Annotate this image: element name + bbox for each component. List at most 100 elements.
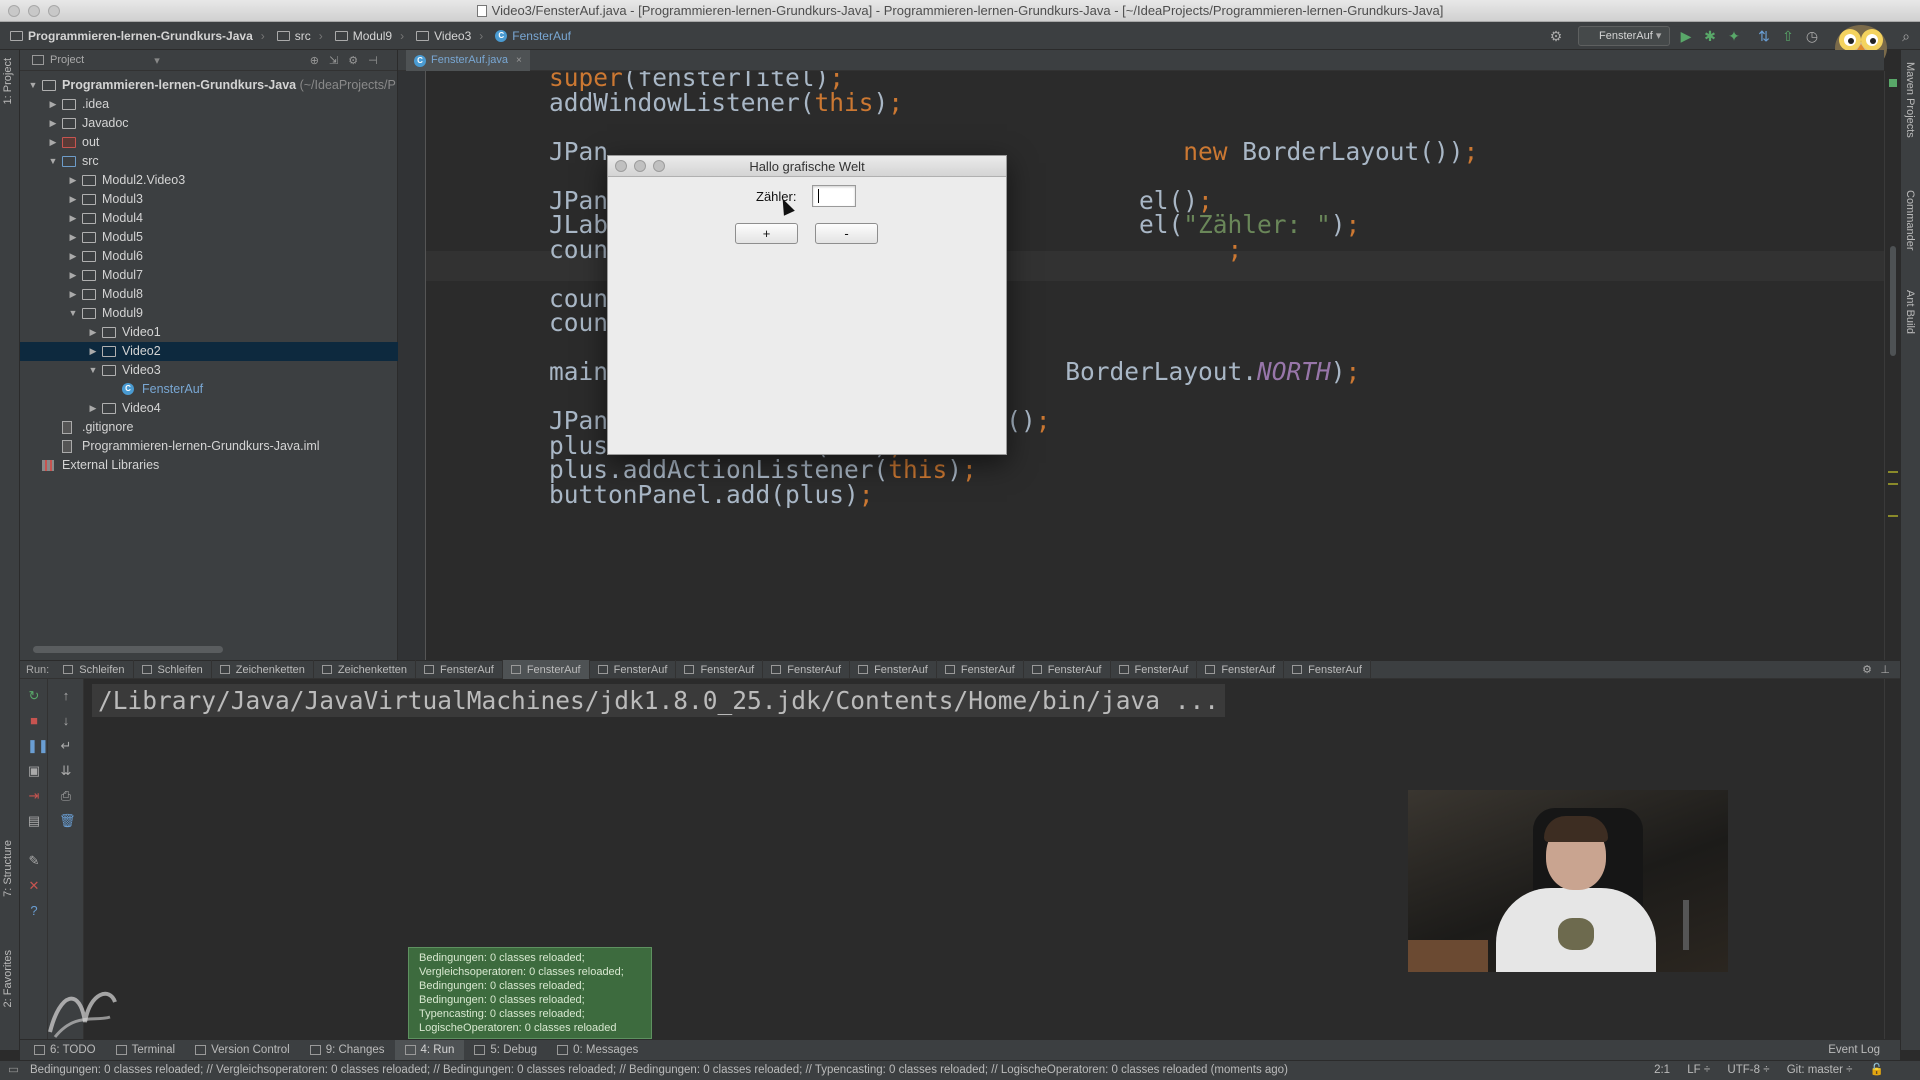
chevron-right-icon[interactable]: ▶ [68,266,78,285]
vcs-commit-icon[interactable]: ⇧ [1780,28,1796,44]
tree-item[interactable]: ▶ Modul7 [20,266,398,285]
run-tab[interactable]: Zeichenketten [212,660,314,679]
run-tab[interactable]: FensterAuf [937,660,1024,679]
run-tab[interactable]: FensterAuf [1111,660,1198,679]
project-view-select[interactable]: Project [50,54,84,66]
gear-icon[interactable]: ⚙ [348,54,358,67]
line-separator[interactable]: LF ÷ [1687,1064,1710,1076]
counter-field[interactable] [812,185,856,207]
file-encoding[interactable]: UTF-8 ÷ [1727,1064,1769,1076]
chevron-right-icon[interactable]: ▶ [48,95,58,114]
scroll-from-source-icon[interactable]: ⊕ [310,54,319,67]
run-tab[interactable]: Zeichenketten [314,660,416,679]
pin-icon[interactable]: ✎ [27,854,41,868]
console-scrollbar[interactable] [1884,679,1900,1039]
tree-item[interactable]: ▶ out [20,133,398,152]
caret-position[interactable]: 2:1 [1654,1064,1670,1076]
breadcrumb-project[interactable]: Programmieren-lernen-Grundkurs-Java › [0,22,271,50]
debug-icon[interactable]: ✱ [1702,28,1718,44]
dialog-close-button[interactable] [615,160,627,172]
chevron-right-icon[interactable]: ▶ [88,399,98,418]
arrow-up-icon[interactable]: ↑ [59,689,73,703]
dialog-zoom-button[interactable] [653,160,665,172]
run-tab[interactable]: FensterAuf [676,660,764,679]
print-icon[interactable]: ⎙ [59,789,73,803]
chevron-right-icon[interactable]: ▶ [68,247,78,266]
breadcrumb-modul9[interactable]: Modul9 › [329,22,410,50]
warning-marker[interactable] [1888,483,1898,485]
project-scrollbar[interactable] [33,646,223,653]
warning-marker[interactable] [1888,471,1898,473]
chevron-right-icon[interactable]: ▶ [48,114,58,133]
minimize-window-button[interactable] [28,5,40,17]
breadcrumb-video3[interactable]: Video3 › [410,22,489,50]
tree-item[interactable]: C FensterAuf [20,380,398,399]
coverage-icon[interactable]: ✦ [1726,28,1742,44]
editor-scrollbar[interactable] [1890,246,1896,356]
breadcrumb-src[interactable]: src › [271,22,329,50]
tree-item[interactable]: ▶ Modul3 [20,190,398,209]
help-icon[interactable]: ? [27,904,41,918]
chevron-right-icon[interactable]: ▶ [68,285,78,304]
tool-window-tab[interactable]: 6: TODO [24,1040,106,1061]
project-tool-tab[interactable]: 1: Project [2,58,14,104]
tree-item[interactable]: ▼ Programmieren-lernen-Grundkurs-Java (~/… [20,76,398,95]
status-message[interactable]: Bedingungen: 0 classes reloaded; // Verg… [30,1061,1288,1080]
hide-panel-icon[interactable]: ⊥ [1880,663,1890,676]
tree-item[interactable]: ▼ Modul9 [20,304,398,323]
editor-tab-fensterauf[interactable]: C FensterAuf.java × [406,50,530,71]
git-branch[interactable]: Git: master ÷ [1787,1064,1853,1076]
history-icon[interactable]: ◷ [1804,28,1820,44]
run-tab[interactable]: FensterAuf [416,660,503,679]
run-tab[interactable]: Schleifen [134,660,212,679]
warning-marker[interactable] [1888,515,1898,517]
breadcrumb-class[interactable]: C FensterAuf [489,22,577,50]
tool-window-tab[interactable]: 0: Messages [547,1040,648,1061]
project-structure-icon[interactable]: ⚙ [1548,28,1564,44]
tool-window-tab[interactable]: Terminal [106,1040,185,1061]
toggle-tool-windows-icon[interactable]: ▭ [8,1061,19,1080]
tool-window-tab[interactable]: 9: Changes [300,1040,395,1061]
tool-window-tab[interactable]: 4: Run [394,1039,465,1061]
arrow-down-icon[interactable]: ↓ [59,714,73,728]
minus-button[interactable]: - [815,223,878,244]
run-icon[interactable]: ▶ [1678,28,1694,44]
structure-tool-tab[interactable]: 7: Structure [2,840,14,897]
chevron-right-icon[interactable]: ▶ [48,133,58,152]
lock-icon[interactable]: 🔓 [1870,1064,1884,1076]
tree-item[interactable]: ▶ Javadoc [20,114,398,133]
chevron-right-icon[interactable]: ▶ [68,228,78,247]
exit-icon[interactable]: ⇥ [27,789,41,803]
tool-window-tab[interactable]: Version Control [185,1040,300,1061]
chevron-right-icon[interactable]: ▶ [88,323,98,342]
run-tab[interactable]: FensterAuf [1024,660,1111,679]
tree-item[interactable]: ▼ src [20,152,398,171]
run-configuration-select[interactable]: FensterAuf ▾ [1578,26,1670,46]
chevron-right-icon[interactable]: ▶ [68,171,78,190]
soft-wrap-icon[interactable]: ↵ [59,739,73,753]
tree-item[interactable]: ▶ Modul6 [20,247,398,266]
chevron-down-icon[interactable]: ▼ [48,152,58,171]
run-tab[interactable]: FensterAuf [502,660,590,679]
run-tab[interactable]: FensterAuf [590,660,677,679]
dump-threads-icon[interactable]: ▣ [27,764,41,778]
run-tab[interactable]: FensterAuf [763,660,851,679]
tree-item[interactable]: ▶ Modul8 [20,285,398,304]
run-tab[interactable]: FensterAuf [1284,660,1371,679]
rerun-icon[interactable]: ↻ [27,689,41,703]
chevron-right-icon[interactable]: ▶ [68,190,78,209]
scroll-to-end-icon[interactable]: ⇊ [59,764,73,778]
close-window-button[interactable] [8,5,20,17]
tree-item[interactable]: ▶ Modul2.Video3 [20,171,398,190]
tree-item[interactable]: ▶ Modul4 [20,209,398,228]
tree-item[interactable]: ▶ Video4 [20,399,398,418]
chevron-down-icon[interactable]: ▾ [154,54,160,67]
run-tab[interactable]: FensterAuf [1197,660,1285,679]
gear-icon[interactable]: ⚙ [1862,663,1872,676]
inspection-status-icon[interactable] [1889,79,1897,87]
tree-item[interactable]: ▶ Modul5 [20,228,398,247]
close-icon[interactable]: ✕ [27,879,41,893]
tree-item[interactable]: ▶ Video2 [20,342,398,361]
dialog-title-bar[interactable]: Hallo grafische Welt [608,156,1006,177]
collapse-all-icon[interactable]: ⇲ [329,54,338,67]
